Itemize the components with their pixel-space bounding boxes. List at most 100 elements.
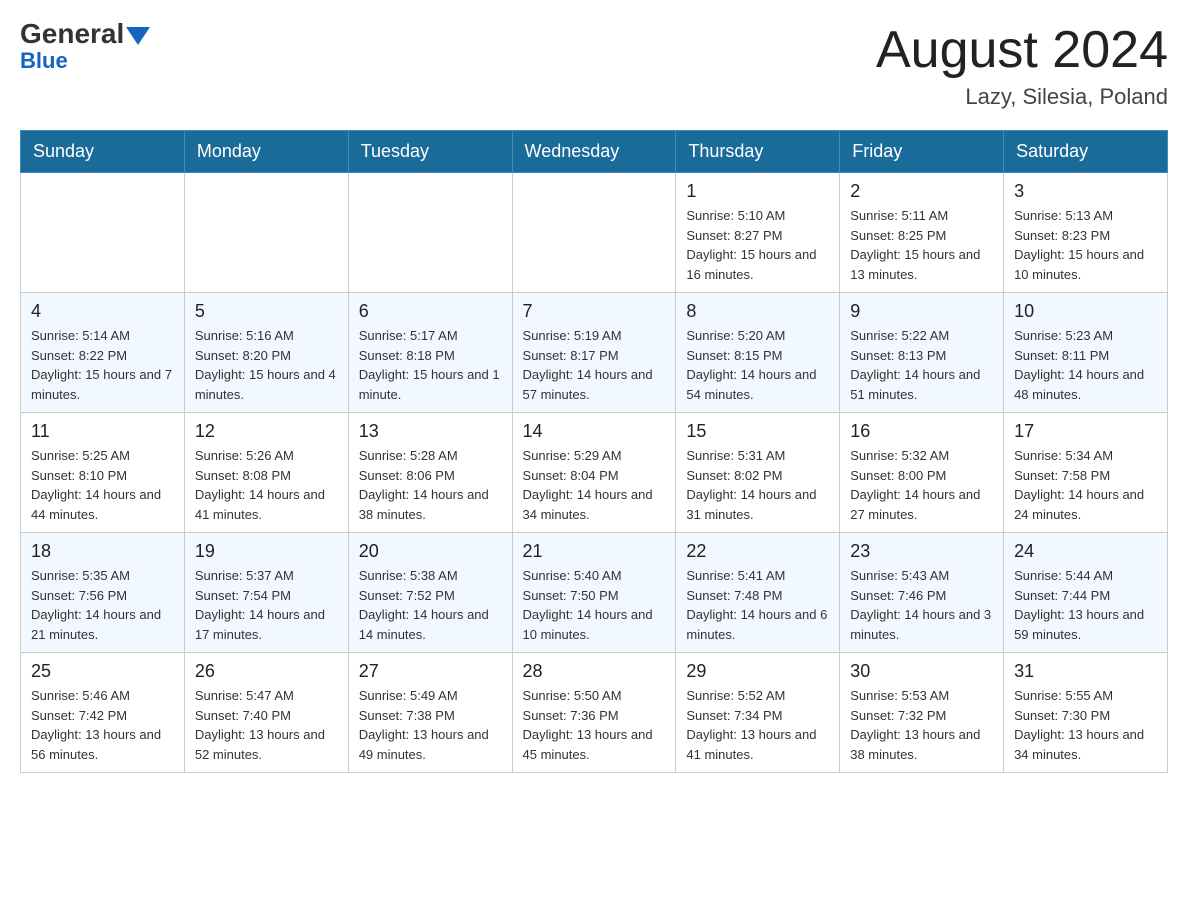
col-monday: Monday [184, 131, 348, 173]
table-row [184, 173, 348, 293]
day-number: 17 [1014, 421, 1157, 442]
day-info: Sunrise: 5:13 AM Sunset: 8:23 PM Dayligh… [1014, 206, 1157, 284]
table-row: 16 Sunrise: 5:32 AM Sunset: 8:00 PM Dayli… [840, 413, 1004, 533]
day-info: Sunrise: 5:47 AM Sunset: 7:40 PM Dayligh… [195, 686, 338, 764]
day-info: Sunrise: 5:40 AM Sunset: 7:50 PM Dayligh… [523, 566, 666, 644]
day-number: 18 [31, 541, 174, 562]
day-number: 23 [850, 541, 993, 562]
day-info: Sunrise: 5:46 AM Sunset: 7:42 PM Dayligh… [31, 686, 174, 764]
day-number: 27 [359, 661, 502, 682]
table-row: 17 Sunrise: 5:34 AM Sunset: 7:58 PM Dayli… [1004, 413, 1168, 533]
calendar-week-row: 1Sunrise: 5:10 AM Sunset: 8:27 PM Daylig… [21, 173, 1168, 293]
table-row: 27 Sunrise: 5:49 AM Sunset: 7:38 PM Dayli… [348, 653, 512, 773]
table-row: 25Sunrise: 5:46 AM Sunset: 7:42 PM Dayli… [21, 653, 185, 773]
day-number: 8 [686, 301, 829, 322]
day-info: Sunrise: 5:32 AM Sunset: 8:00 PM Dayligh… [850, 446, 993, 524]
table-row: 3 Sunrise: 5:13 AM Sunset: 8:23 PM Daylig… [1004, 173, 1168, 293]
col-wednesday: Wednesday [512, 131, 676, 173]
day-info: Sunrise: 5:35 AM Sunset: 7:56 PM Dayligh… [31, 566, 174, 644]
day-number: 26 [195, 661, 338, 682]
table-row: 7 Sunrise: 5:19 AM Sunset: 8:17 PM Daylig… [512, 293, 676, 413]
table-row: 26 Sunrise: 5:47 AM Sunset: 7:40 PM Dayli… [184, 653, 348, 773]
day-info: Sunrise: 5:55 AM Sunset: 7:30 PM Dayligh… [1014, 686, 1157, 764]
day-info: Sunrise: 5:20 AM Sunset: 8:15 PM Dayligh… [686, 326, 829, 404]
calendar-week-row: 4Sunrise: 5:14 AM Sunset: 8:22 PM Daylig… [21, 293, 1168, 413]
table-row: 14 Sunrise: 5:29 AM Sunset: 8:04 PM Dayli… [512, 413, 676, 533]
calendar-table: Sunday Monday Tuesday Wednesday Thursday… [20, 130, 1168, 773]
table-row: 22 Sunrise: 5:41 AM Sunset: 7:48 PM Dayli… [676, 533, 840, 653]
table-row: 5 Sunrise: 5:16 AM Sunset: 8:20 PM Daylig… [184, 293, 348, 413]
page-header: General Blue August 2024 Lazy, Silesia, … [20, 20, 1168, 110]
calendar-week-row: 18 Sunrise: 5:35 AM Sunset: 7:56 PM Dayli… [21, 533, 1168, 653]
day-info: Sunrise: 5:10 AM Sunset: 8:27 PM Dayligh… [686, 206, 829, 284]
table-row: 9 Sunrise: 5:22 AM Sunset: 8:13 PM Daylig… [840, 293, 1004, 413]
table-row: 8 Sunrise: 5:20 AM Sunset: 8:15 PM Daylig… [676, 293, 840, 413]
table-row: 13 Sunrise: 5:28 AM Sunset: 8:06 PM Dayli… [348, 413, 512, 533]
table-row [512, 173, 676, 293]
table-row: 23Sunrise: 5:43 AM Sunset: 7:46 PM Dayli… [840, 533, 1004, 653]
day-number: 11 [31, 421, 174, 442]
day-number: 9 [850, 301, 993, 322]
day-info: Sunrise: 5:19 AM Sunset: 8:17 PM Dayligh… [523, 326, 666, 404]
table-row: 1Sunrise: 5:10 AM Sunset: 8:27 PM Daylig… [676, 173, 840, 293]
day-number: 28 [523, 661, 666, 682]
table-row: 12Sunrise: 5:26 AM Sunset: 8:08 PM Dayli… [184, 413, 348, 533]
day-info: Sunrise: 5:41 AM Sunset: 7:48 PM Dayligh… [686, 566, 829, 644]
day-info: Sunrise: 5:49 AM Sunset: 7:38 PM Dayligh… [359, 686, 502, 764]
day-number: 6 [359, 301, 502, 322]
day-info: Sunrise: 5:44 AM Sunset: 7:44 PM Dayligh… [1014, 566, 1157, 644]
day-number: 24 [1014, 541, 1157, 562]
day-number: 14 [523, 421, 666, 442]
day-number: 2 [850, 181, 993, 202]
calendar-week-row: 25Sunrise: 5:46 AM Sunset: 7:42 PM Dayli… [21, 653, 1168, 773]
day-info: Sunrise: 5:28 AM Sunset: 8:06 PM Dayligh… [359, 446, 502, 524]
table-row: 21 Sunrise: 5:40 AM Sunset: 7:50 PM Dayli… [512, 533, 676, 653]
day-info: Sunrise: 5:17 AM Sunset: 8:18 PM Dayligh… [359, 326, 502, 404]
table-row: 18 Sunrise: 5:35 AM Sunset: 7:56 PM Dayli… [21, 533, 185, 653]
day-number: 3 [1014, 181, 1157, 202]
day-info: Sunrise: 5:34 AM Sunset: 7:58 PM Dayligh… [1014, 446, 1157, 524]
day-info: Sunrise: 5:31 AM Sunset: 8:02 PM Dayligh… [686, 446, 829, 524]
day-info: Sunrise: 5:16 AM Sunset: 8:20 PM Dayligh… [195, 326, 338, 404]
day-info: Sunrise: 5:53 AM Sunset: 7:32 PM Dayligh… [850, 686, 993, 764]
day-info: Sunrise: 5:22 AM Sunset: 8:13 PM Dayligh… [850, 326, 993, 404]
table-row: 28Sunrise: 5:50 AM Sunset: 7:36 PM Dayli… [512, 653, 676, 773]
day-number: 13 [359, 421, 502, 442]
day-number: 15 [686, 421, 829, 442]
location: Lazy, Silesia, Poland [876, 84, 1168, 110]
table-row: 11 Sunrise: 5:25 AM Sunset: 8:10 PM Dayli… [21, 413, 185, 533]
logo-general: General [20, 20, 150, 48]
day-number: 21 [523, 541, 666, 562]
day-info: Sunrise: 5:11 AM Sunset: 8:25 PM Dayligh… [850, 206, 993, 284]
col-friday: Friday [840, 131, 1004, 173]
day-number: 5 [195, 301, 338, 322]
title-section: August 2024 Lazy, Silesia, Poland [876, 20, 1168, 110]
table-row [348, 173, 512, 293]
table-row: 24 Sunrise: 5:44 AM Sunset: 7:44 PM Dayli… [1004, 533, 1168, 653]
table-row: 2 Sunrise: 5:11 AM Sunset: 8:25 PM Daylig… [840, 173, 1004, 293]
day-number: 30 [850, 661, 993, 682]
day-info: Sunrise: 5:29 AM Sunset: 8:04 PM Dayligh… [523, 446, 666, 524]
day-number: 4 [31, 301, 174, 322]
table-row: 29 Sunrise: 5:52 AM Sunset: 7:34 PM Dayli… [676, 653, 840, 773]
day-info: Sunrise: 5:26 AM Sunset: 8:08 PM Dayligh… [195, 446, 338, 524]
day-info: Sunrise: 5:52 AM Sunset: 7:34 PM Dayligh… [686, 686, 829, 764]
day-number: 29 [686, 661, 829, 682]
day-number: 19 [195, 541, 338, 562]
logo-blue: Blue [20, 48, 68, 74]
day-number: 31 [1014, 661, 1157, 682]
month-title: August 2024 [876, 20, 1168, 80]
day-number: 20 [359, 541, 502, 562]
table-row: 20Sunrise: 5:38 AM Sunset: 7:52 PM Dayli… [348, 533, 512, 653]
logo: General Blue [20, 20, 150, 74]
table-row: 15 Sunrise: 5:31 AM Sunset: 8:02 PM Dayli… [676, 413, 840, 533]
day-number: 7 [523, 301, 666, 322]
day-info: Sunrise: 5:37 AM Sunset: 7:54 PM Dayligh… [195, 566, 338, 644]
day-number: 22 [686, 541, 829, 562]
col-saturday: Saturday [1004, 131, 1168, 173]
calendar-header-row: Sunday Monday Tuesday Wednesday Thursday… [21, 131, 1168, 173]
col-sunday: Sunday [21, 131, 185, 173]
day-number: 16 [850, 421, 993, 442]
day-info: Sunrise: 5:25 AM Sunset: 8:10 PM Dayligh… [31, 446, 174, 524]
logo-triangle-icon [126, 27, 150, 45]
